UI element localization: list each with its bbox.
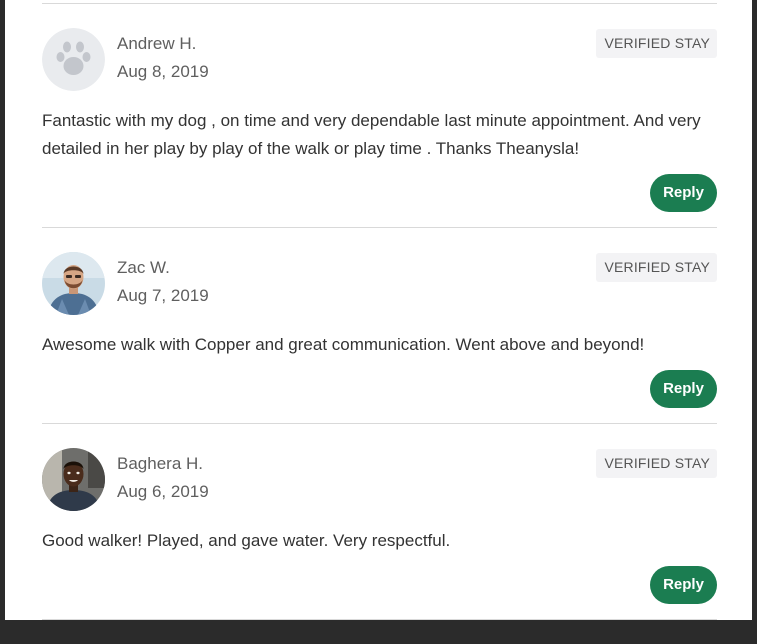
- reviews-panel: Andrew H. Aug 8, 2019 VERIFIED STAY Fant…: [5, 0, 752, 620]
- review-item: Zac W. Aug 7, 2019 VERIFIED STAY Awesome…: [42, 252, 717, 448]
- user-photo: [42, 448, 105, 511]
- divider: [42, 3, 717, 4]
- paw-icon: [42, 28, 105, 91]
- review-text: Fantastic with my dog , on time and very…: [42, 111, 701, 158]
- avatar[interactable]: [42, 448, 105, 511]
- review-date: Aug 6, 2019: [117, 482, 209, 501]
- reviewer-name: Zac W.: [117, 258, 170, 277]
- verified-badge: VERIFIED STAY: [596, 253, 717, 282]
- reviewer-name: Andrew H.: [117, 34, 197, 53]
- verified-badge: VERIFIED STAY: [596, 29, 717, 58]
- review-date: Aug 7, 2019: [117, 286, 209, 305]
- review-item: Andrew H. Aug 8, 2019 VERIFIED STAY Fant…: [42, 28, 717, 224]
- reply-button[interactable]: Reply: [650, 370, 717, 408]
- review-date: Aug 8, 2019: [117, 62, 209, 81]
- user-photo: [42, 252, 105, 315]
- reply-button[interactable]: Reply: [650, 566, 717, 604]
- verified-badge: VERIFIED STAY: [596, 449, 717, 478]
- divider: [42, 423, 717, 424]
- avatar[interactable]: [42, 252, 105, 315]
- reviewer-name: Baghera H.: [117, 454, 203, 473]
- review-text: Good walker! Played, and gave water. Ver…: [42, 531, 451, 550]
- avatar[interactable]: [42, 28, 105, 91]
- review-text: Awesome walk with Copper and great commu…: [42, 335, 645, 354]
- divider: [42, 227, 717, 228]
- reply-button[interactable]: Reply: [650, 174, 717, 212]
- review-item: Baghera H. Aug 6, 2019 VERIFIED STAY Goo…: [42, 448, 717, 644]
